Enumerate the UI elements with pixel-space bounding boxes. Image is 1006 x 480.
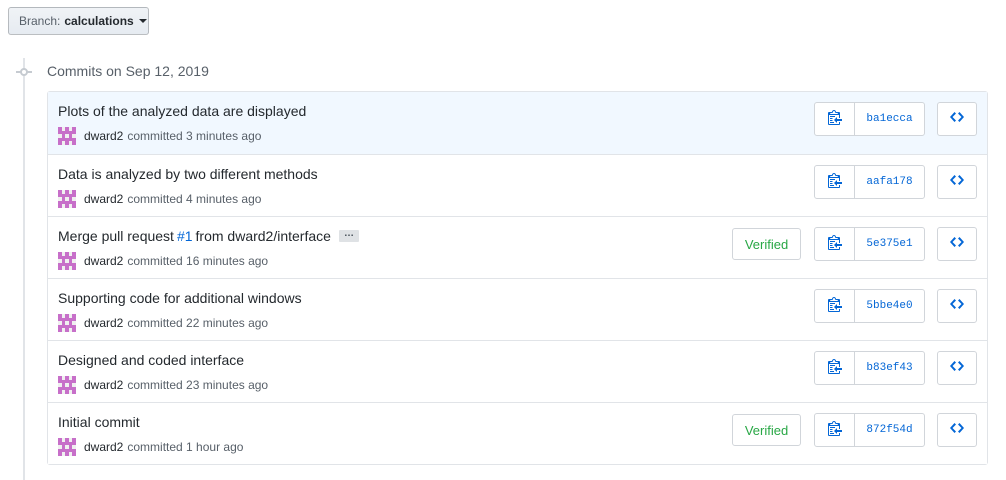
- expand-message-button[interactable]: …: [338, 229, 359, 242]
- code-icon: [950, 109, 964, 130]
- browse-repo-button[interactable]: [937, 227, 977, 261]
- commit-meta: dward2 committed 4 minutes ago: [58, 190, 261, 208]
- copy-sha-button[interactable]: [815, 290, 855, 322]
- browse-repo-button[interactable]: [937, 289, 977, 323]
- commit-sha-link[interactable]: 5bbe4e0: [855, 290, 924, 322]
- copy-sha-button[interactable]: [815, 228, 855, 260]
- code-icon: [950, 172, 964, 193]
- commit-author[interactable]: dward2: [84, 316, 123, 330]
- browse-repo-button[interactable]: [937, 165, 977, 199]
- avatar[interactable]: [58, 376, 76, 394]
- clipboard-icon: [827, 109, 842, 130]
- avatar[interactable]: [58, 314, 76, 332]
- commit-author[interactable]: dward2: [84, 378, 123, 392]
- clipboard-icon: [827, 296, 842, 317]
- pull-request-link[interactable]: #1: [177, 228, 193, 244]
- commit-list: Plots of the analyzed data are displayed…: [47, 91, 988, 465]
- commit-title[interactable]: Initial commit: [58, 414, 140, 430]
- commit-time: committed 16 minutes ago: [127, 254, 269, 268]
- clipboard-icon: [827, 358, 842, 379]
- branch-name: calculations: [64, 14, 134, 28]
- commit-row: Supporting code for additional windows d…: [48, 278, 987, 340]
- code-icon: [950, 420, 964, 441]
- caret-down-icon: [138, 19, 147, 23]
- commit-title: Merge pull request #1 from dward2/interf…: [58, 228, 359, 244]
- sha-button-group: 5bbe4e0: [814, 289, 925, 323]
- commit-sha-link[interactable]: b83ef43: [855, 352, 924, 384]
- commit-meta: dward2 committed 1 hour ago: [58, 438, 243, 456]
- branch-select-button[interactable]: Branch: calculations: [8, 7, 149, 35]
- timeline-line: [23, 58, 25, 480]
- sha-button-group: 5e375e1: [814, 227, 925, 261]
- commit-node-icon: [16, 66, 32, 78]
- commits-date-heading: Commits on Sep 12, 2019: [47, 63, 209, 79]
- commit-time: committed 23 minutes ago: [127, 378, 269, 392]
- commit-author[interactable]: dward2: [84, 192, 123, 206]
- commit-sha-link[interactable]: 872f54d: [855, 414, 924, 446]
- browse-repo-button[interactable]: [937, 351, 977, 385]
- commit-time: committed 3 minutes ago: [127, 129, 262, 143]
- sha-button-group: aafa178: [814, 165, 925, 199]
- commit-sha-link[interactable]: ba1ecca: [855, 103, 924, 135]
- browse-repo-button[interactable]: [937, 102, 977, 136]
- verified-badge[interactable]: Verified: [732, 414, 801, 446]
- copy-sha-button[interactable]: [815, 414, 855, 446]
- branch-prefix: Branch:: [19, 14, 61, 28]
- commit-row: Plots of the analyzed data are displayed…: [48, 92, 987, 154]
- avatar[interactable]: [58, 252, 76, 270]
- clipboard-icon: [827, 234, 842, 255]
- browse-repo-button[interactable]: [937, 413, 977, 447]
- code-icon: [950, 296, 964, 317]
- sha-button-group: ba1ecca: [814, 102, 925, 136]
- commit-meta: dward2 committed 22 minutes ago: [58, 314, 268, 332]
- commits-page: Branch: calculations Commits on Sep 12, …: [0, 0, 1006, 480]
- commit-title[interactable]: Designed and coded interface: [58, 352, 244, 368]
- commit-title[interactable]: Supporting code for additional windows: [58, 290, 302, 306]
- sha-button-group: 872f54d: [814, 413, 925, 447]
- sha-button-group: b83ef43: [814, 351, 925, 385]
- code-icon: [950, 358, 964, 379]
- commit-title[interactable]: Data is analyzed by two different method…: [58, 166, 318, 182]
- commit-author[interactable]: dward2: [84, 254, 123, 268]
- commit-sha-link[interactable]: aafa178: [855, 166, 924, 198]
- commit-meta: dward2 committed 23 minutes ago: [58, 376, 268, 394]
- commit-row: Data is analyzed by two different method…: [48, 154, 987, 216]
- code-icon: [950, 234, 964, 255]
- clipboard-icon: [827, 420, 842, 441]
- avatar[interactable]: [58, 127, 76, 145]
- copy-sha-button[interactable]: [815, 166, 855, 198]
- commit-row: Merge pull request #1 from dward2/interf…: [48, 216, 987, 278]
- commit-title-text[interactable]: from dward2/interface: [196, 228, 331, 244]
- avatar[interactable]: [58, 190, 76, 208]
- commit-meta: dward2 committed 16 minutes ago: [58, 252, 268, 270]
- copy-sha-button[interactable]: [815, 352, 855, 384]
- commit-row: Initial commit dward2 committed 1 hour a…: [48, 402, 987, 464]
- commit-time: committed 22 minutes ago: [127, 316, 269, 330]
- verified-badge[interactable]: Verified: [732, 228, 801, 260]
- copy-sha-button[interactable]: [815, 103, 855, 135]
- commit-title-text[interactable]: Merge pull request: [58, 228, 174, 244]
- avatar[interactable]: [58, 438, 76, 456]
- commit-sha-link[interactable]: 5e375e1: [855, 228, 924, 260]
- commit-author[interactable]: dward2: [84, 129, 123, 143]
- commit-time: committed 1 hour ago: [127, 440, 244, 454]
- clipboard-icon: [827, 172, 842, 193]
- commit-row: Designed and coded interface dward2 comm…: [48, 340, 987, 402]
- commit-meta: dward2 committed 3 minutes ago: [58, 127, 261, 145]
- commit-title[interactable]: Plots of the analyzed data are displayed: [58, 103, 306, 119]
- commit-author[interactable]: dward2: [84, 440, 123, 454]
- commit-time: committed 4 minutes ago: [127, 192, 262, 206]
